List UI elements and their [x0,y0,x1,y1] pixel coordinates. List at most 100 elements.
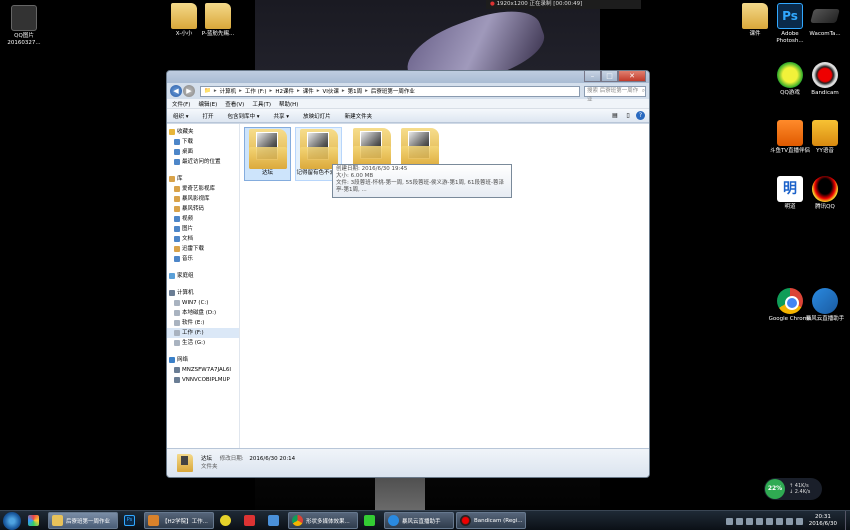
desktop-icon-qq-image[interactable]: QQ图片 20160327... [2,5,46,46]
taskbar-photoshop[interactable]: Ps [120,512,142,529]
nav-favorites[interactable]: 收藏夹 [167,127,239,137]
taskbar-qq-game[interactable] [216,512,238,529]
nav-lib-storm-transcode[interactable]: 暴风转码 [167,204,239,214]
minimize-button[interactable]: – [584,71,601,82]
nav-lib-pictures[interactable]: 图片 [167,224,239,234]
desktop-icon-qq[interactable]: 腾讯QQ [803,176,847,211]
nav-desktop[interactable]: 桌面 [167,147,239,157]
nav-network-pc1[interactable]: MNZSFW7A7JAL6I [167,365,239,375]
breadcrumb-drive[interactable]: 工作 (F:) [245,87,267,95]
taskbar-pinned-app[interactable] [24,512,46,529]
share-button[interactable]: 共享 ▾ [274,112,290,120]
drive-icon [174,340,180,346]
maximize-button[interactable]: □ [601,71,618,82]
volume-icon[interactable] [795,517,803,525]
title-bar[interactable] [167,71,649,83]
taskbar-chrome[interactable]: 形状多媒体效果... [288,512,358,529]
tray-app-icon[interactable] [765,517,773,525]
nav-drive-c[interactable]: WIN7 (C:) [167,298,239,308]
taskbar-bandicam[interactable]: Bandicam (Regi... [456,512,526,529]
nav-libraries[interactable]: 库 [167,174,239,184]
slideshow-button[interactable]: 放映幻灯片 [303,112,331,120]
address-bar[interactable]: 📁 ▸ 计算机 ▸ 工作 (F:) ▸ H2课件 ▸ 课件 ▸ VI伙课 ▸ 第1周 ▸ 后寮… [200,85,580,97]
clock-time: 20:31 [814,514,831,520]
folder-item[interactable]: 达坛 [244,127,291,181]
app-icon [148,515,159,526]
breadcrumb-week[interactable]: 第1周 [348,87,363,95]
qq-game-icon [777,62,803,88]
taskbar-wps[interactable] [240,512,262,529]
star-icon [169,129,175,135]
drive-icon [174,330,180,336]
network-speed-widget[interactable]: 22% ↑ 41K/s ↓ 2.4K/s [764,478,822,500]
nav-network[interactable]: 网络 [167,355,239,365]
network-icon [169,357,175,363]
nav-lib-thunder[interactable]: 迅雷下载 [167,244,239,254]
window-controls: – □ ✕ [584,71,646,82]
tray-app-icon[interactable] [725,517,733,525]
view-options-icon[interactable]: ▤ [610,111,620,120]
nav-downloads[interactable]: 下载 [167,137,239,147]
video-icon [174,216,180,222]
details-modified: 2016/6/30 20:14 [249,456,296,462]
nav-computer[interactable]: 计算机 [167,288,239,298]
nav-homegroup[interactable]: 家庭组 [167,271,239,281]
chrome-icon [777,288,803,314]
tray-app-icon[interactable] [745,517,753,525]
preview-pane-icon[interactable]: ▯ [623,111,633,120]
nav-lib-storm[interactable]: 暴风影视库 [167,194,239,204]
desktop-icon-storm[interactable]: 暴风云直播助手 [803,288,847,323]
open-button[interactable]: 打开 [203,112,214,120]
network-icon[interactable] [785,517,793,525]
back-button[interactable]: ◀ [170,85,182,97]
breadcrumb-kejian[interactable]: 课件 [303,87,314,95]
menu-view[interactable]: 查看(V) [225,100,244,108]
clock[interactable]: 20:31 2016/6/30 [809,514,837,528]
help-icon[interactable]: ? [636,111,645,120]
nav-lib-videos[interactable]: 视频 [167,214,239,224]
taskbar-storm[interactable]: 暴风云直播助手 [384,512,454,529]
tray-app-icon[interactable] [735,517,743,525]
nav-drive-g[interactable]: 生活 (G:) [167,338,239,348]
include-in-library-button[interactable]: 包含到库中 ▾ [228,112,260,120]
desktop-icon [174,149,180,155]
close-button[interactable]: ✕ [618,71,646,82]
forward-button[interactable]: ▶ [183,85,195,97]
search-input[interactable]: 搜索 后寮班第一周作业 ⌕ [584,85,646,103]
breadcrumb-current[interactable]: 后寮班第一周作业 [371,87,415,95]
desktop-icon-yy[interactable]: YY语音 [803,120,847,155]
menu-edit[interactable]: 编辑(E) [198,100,217,108]
nav-network-pc2[interactable]: VNNVCOBIPLMUP [167,375,239,385]
nav-drive-f[interactable]: 工作 (F:) [167,328,239,338]
breadcrumb-h2[interactable]: H2课件 [275,87,294,95]
nav-lib-music[interactable]: 音乐 [167,254,239,264]
nav-recent[interactable]: 最近访问的位置 [167,157,239,167]
nav-lib-iqiyi[interactable]: 爱奇艺影视库 [167,184,239,194]
organize-button[interactable]: 组织 ▾ [173,112,189,120]
start-button[interactable] [3,511,21,530]
details-type: 文件夹 [201,464,218,470]
nav-drive-d[interactable]: 本地磁盘 (D:) [167,308,239,318]
folder-icon [171,3,197,29]
photoshop-icon: Ps [124,515,135,526]
desktop-icon-p-lanfang[interactable]: P-蓝舫先赐... [196,3,240,38]
taskbar-bird[interactable] [264,512,286,529]
show-desktop-button[interactable] [845,511,850,530]
nav-lib-documents[interactable]: 文档 [167,234,239,244]
new-folder-button[interactable]: 新建文件夹 [345,112,373,120]
nav-drive-e[interactable]: 软件 (E:) [167,318,239,328]
menu-help[interactable]: 帮助(H) [279,100,298,108]
taskbar-explorer[interactable]: 后寮班第一周作业 [48,512,118,529]
menu-tools[interactable]: 工具(T) [252,100,271,108]
desktop-icon-bandicam[interactable]: Bandicam [803,62,847,97]
tray-app-icon[interactable] [755,517,763,525]
taskbar-iqiyi[interactable] [360,512,382,529]
library-icon [169,176,175,182]
tray-app-icon[interactable] [775,517,783,525]
taskbar-h2[interactable]: 【H2学院】工作... [144,512,214,529]
breadcrumb-vi[interactable]: VI伙课 [323,87,339,95]
record-dot-icon: ● [490,1,495,7]
desktop-icon-wacom[interactable]: WacomTa... [803,3,847,38]
menu-file[interactable]: 文件(F) [172,100,190,108]
breadcrumb-computer[interactable]: 计算机 [220,87,237,95]
